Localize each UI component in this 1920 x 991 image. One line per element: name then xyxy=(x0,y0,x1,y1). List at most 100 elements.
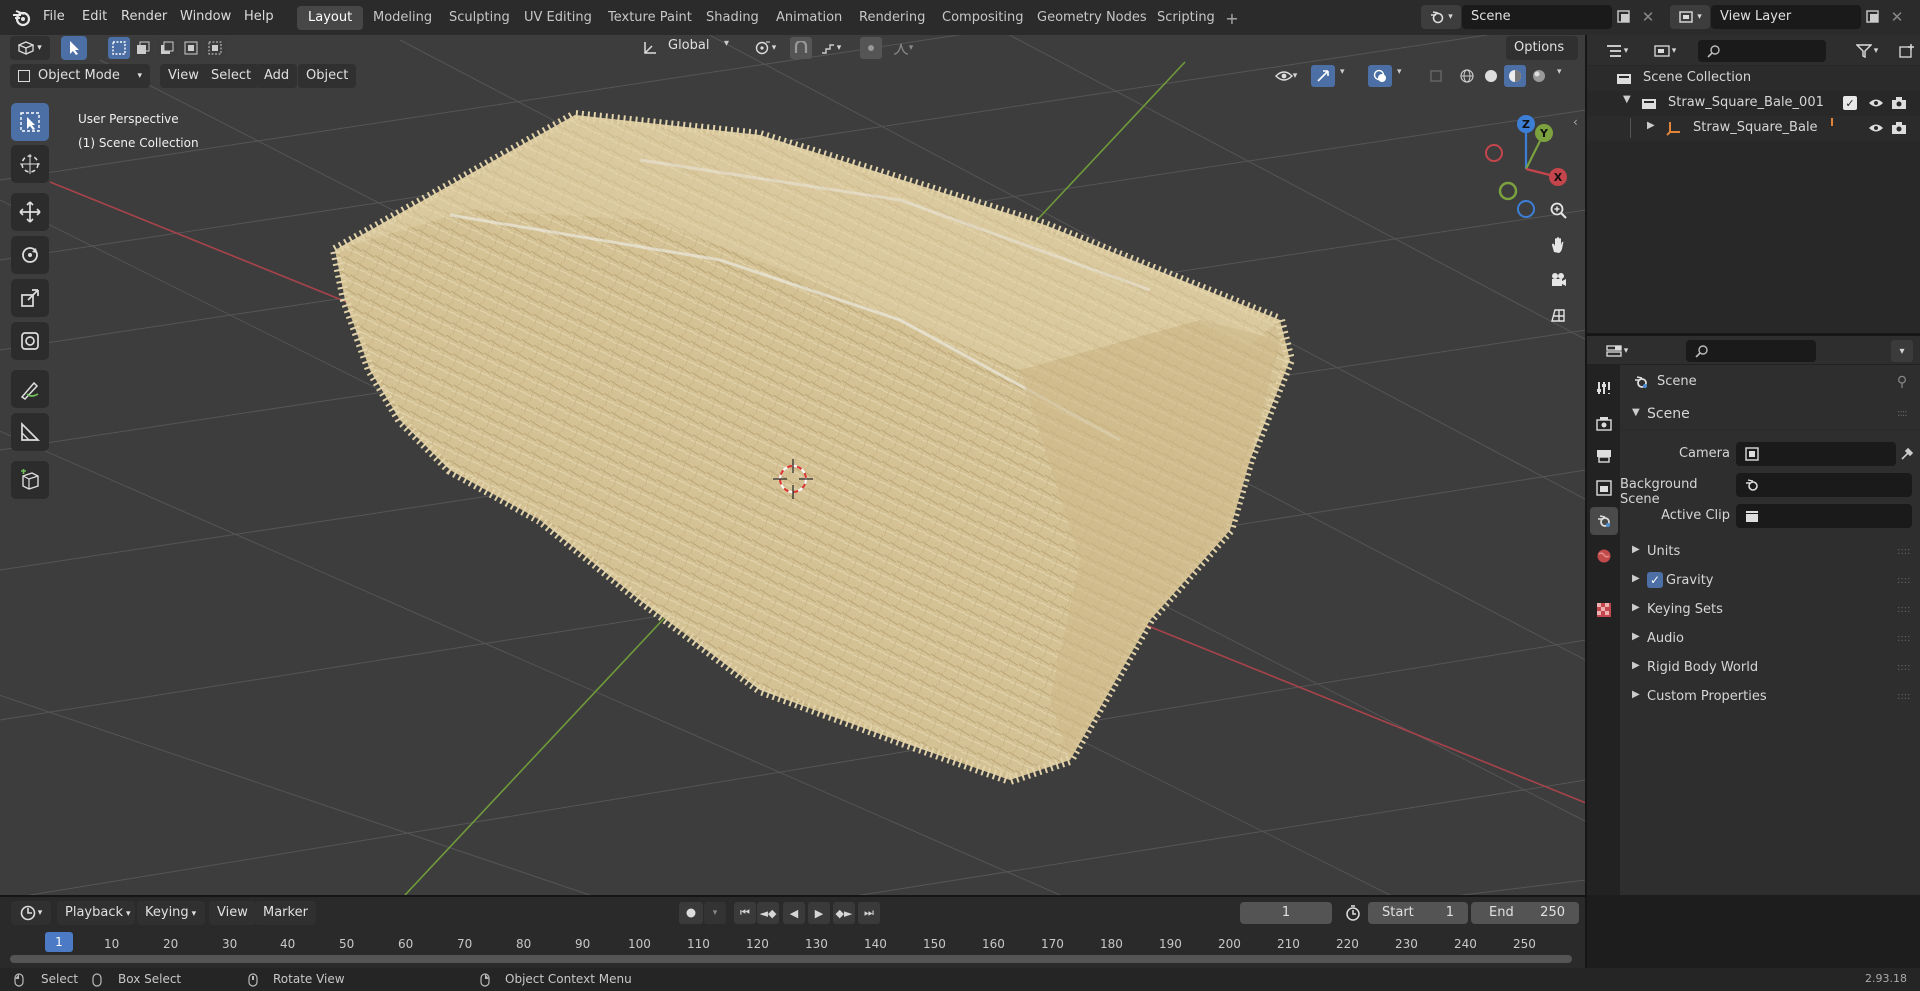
keying-set-dropdown-icon[interactable]: ▾ xyxy=(704,902,726,924)
outliner-search-input[interactable] xyxy=(1698,40,1826,62)
menu-help[interactable]: Help xyxy=(244,0,274,35)
end-frame-field[interactable]: End 250 xyxy=(1471,902,1579,924)
auto-keying-icon[interactable] xyxy=(679,902,703,924)
3d-viewport[interactable]: ▾ Global ▾ ▾ ▾ ▾ Options ▾ Object Mode ▾… xyxy=(0,35,1586,895)
units-subpanel[interactable]: ▶ Units :::: xyxy=(1620,539,1920,567)
menu-render[interactable]: Render xyxy=(121,0,167,35)
cursor-tool[interactable] xyxy=(11,145,49,183)
new-collection-icon[interactable] xyxy=(1896,40,1918,62)
area-divider[interactable] xyxy=(0,895,1586,897)
chevron-down-icon[interactable]: ▾ xyxy=(1557,67,1562,77)
properties-search-input[interactable] xyxy=(1686,340,1816,362)
select-box-tool[interactable] xyxy=(11,103,49,141)
eye-icon[interactable] xyxy=(1867,121,1885,135)
straw-bale-object[interactable] xyxy=(329,109,1296,786)
timeline-editor-type-icon[interactable]: ▾ xyxy=(11,901,51,925)
tab-scripting[interactable]: Scripting xyxy=(1146,6,1226,30)
tree-row-object[interactable]: ▶ Straw_Square_Bale xyxy=(1587,116,1920,141)
select-new-icon[interactable] xyxy=(108,37,130,59)
chevron-down-icon[interactable]: ▾ xyxy=(1340,67,1345,77)
transform-tool[interactable] xyxy=(11,322,49,360)
playback-menu[interactable]: Playback ▾ xyxy=(57,901,135,925)
select-extend-icon[interactable] xyxy=(132,37,154,59)
tab-texture-paint[interactable]: Texture Paint xyxy=(597,6,703,30)
drag-handle-icon[interactable]: :::: xyxy=(1897,546,1910,557)
xray-toggle-icon[interactable] xyxy=(1425,65,1447,87)
jump-end-icon[interactable]: ⏭ xyxy=(858,902,880,924)
exclude-checkbox-icon[interactable]: ✓ xyxy=(1843,96,1857,110)
output-tab-icon[interactable] xyxy=(1591,443,1617,469)
custom-properties-subpanel[interactable]: ▶ Custom Properties :::: xyxy=(1620,684,1920,712)
gravity-subpanel[interactable]: ▶ ✓ Gravity :::: xyxy=(1620,568,1920,596)
zoom-icon[interactable] xyxy=(1543,195,1573,225)
transform-orientation-icon[interactable] xyxy=(640,38,660,58)
tab-compositing[interactable]: Compositing xyxy=(931,6,1035,30)
select-invert-icon[interactable] xyxy=(180,37,202,59)
select-tool-mode-icon[interactable] xyxy=(61,36,87,60)
falloff-icon[interactable]: ▾ xyxy=(886,38,920,58)
select-intersect-icon[interactable] xyxy=(204,37,226,59)
texture-tab-icon[interactable] xyxy=(1591,597,1617,623)
expand-arrow-icon[interactable]: ▼ xyxy=(1623,94,1631,105)
mode-dropdown[interactable]: Object Mode ▾ xyxy=(10,64,150,88)
object-menu[interactable]: Object xyxy=(298,64,357,88)
keying-menu[interactable]: Keying ▾ xyxy=(137,901,205,925)
camera-view-icon[interactable] xyxy=(1543,265,1573,295)
pivot-point-icon[interactable]: ▾ xyxy=(748,38,782,58)
add-cube-tool[interactable] xyxy=(11,461,49,499)
start-frame-field[interactable]: Start 1 xyxy=(1368,902,1468,924)
material-shading-icon[interactable] xyxy=(1504,65,1526,87)
jump-start-icon[interactable]: ⏮ xyxy=(734,902,756,924)
keying-sets-subpanel[interactable]: ▶ Keying Sets :::: xyxy=(1620,597,1920,625)
drag-handle-icon[interactable]: :::: xyxy=(1897,604,1910,615)
camera-render-icon[interactable] xyxy=(1890,120,1908,136)
next-keyframe-icon[interactable]: ◆► xyxy=(833,902,855,924)
scene-panel-header[interactable]: ▼ Scene :::: xyxy=(1620,400,1920,430)
camera-render-icon[interactable] xyxy=(1890,95,1908,111)
drag-handle-icon[interactable]: :::: xyxy=(1897,691,1910,702)
display-mode-icon[interactable]: ▾ xyxy=(1647,40,1683,62)
view-layer-type-icon[interactable]: ▾ xyxy=(1670,5,1710,29)
snap-toggle-icon[interactable] xyxy=(790,37,812,59)
audio-subpanel[interactable]: ▶ Audio :::: xyxy=(1620,626,1920,654)
playhead[interactable]: 1 xyxy=(45,932,73,952)
world-tab-icon[interactable] xyxy=(1591,543,1617,569)
view-menu[interactable]: View xyxy=(160,64,207,88)
eyedropper-icon[interactable] xyxy=(1898,444,1916,464)
select-subtract-icon[interactable] xyxy=(156,37,178,59)
tree-row-scene-collection[interactable]: Scene Collection xyxy=(1587,66,1920,91)
tab-geometry-nodes[interactable]: Geometry Nodes xyxy=(1026,6,1158,30)
move-tool[interactable] xyxy=(11,193,49,231)
blender-logo-icon[interactable] xyxy=(12,9,32,27)
chevron-down-icon[interactable]: ▾ xyxy=(1397,67,1402,77)
measure-tool[interactable] xyxy=(11,413,49,451)
scene-name-field[interactable]: Scene xyxy=(1462,5,1612,29)
play-reverse-icon[interactable]: ◀ xyxy=(783,902,805,924)
view-layer-tab-icon[interactable] xyxy=(1591,475,1617,501)
transform-orientation-dropdown[interactable]: Global xyxy=(668,38,709,53)
drag-handle-icon[interactable]: :::: xyxy=(1897,662,1910,673)
menu-window[interactable]: Window xyxy=(180,0,231,35)
timeline-scrollbar[interactable] xyxy=(10,955,1572,963)
current-frame-field[interactable]: 1 xyxy=(1240,902,1332,924)
scene-type-icon[interactable]: ▾ xyxy=(1421,5,1461,29)
visibility-icon[interactable]: ▾ xyxy=(1268,65,1304,87)
snap-target-icon[interactable]: ▾ xyxy=(815,38,847,58)
add-workspace-icon[interactable]: + xyxy=(1223,9,1241,28)
tab-shading[interactable]: Shading xyxy=(695,6,770,30)
stopwatch-icon[interactable] xyxy=(1342,902,1364,924)
active-clip-field[interactable] xyxy=(1736,504,1912,528)
ortho-grid-icon[interactable] xyxy=(1543,300,1573,330)
view-layer-field[interactable]: View Layer xyxy=(1711,5,1861,29)
menu-file[interactable]: File xyxy=(43,0,65,35)
gizmo-toggle-icon[interactable] xyxy=(1311,65,1335,87)
solid-shading-icon[interactable] xyxy=(1480,65,1502,87)
outliner-editor-type-icon[interactable]: ▾ xyxy=(1599,40,1635,62)
delete-view-layer-icon[interactable]: ✕ xyxy=(1887,7,1907,27)
properties-editor-type-icon[interactable]: ▾ xyxy=(1599,340,1635,362)
pin-icon[interactable]: ⚲ xyxy=(1893,373,1911,391)
delete-scene-icon[interactable]: ✕ xyxy=(1638,7,1658,27)
collapse-sidebar-icon[interactable]: ‹ xyxy=(1573,115,1578,129)
drag-handle-icon[interactable]: :::: xyxy=(1897,408,1908,419)
pan-hand-icon[interactable] xyxy=(1543,230,1573,260)
